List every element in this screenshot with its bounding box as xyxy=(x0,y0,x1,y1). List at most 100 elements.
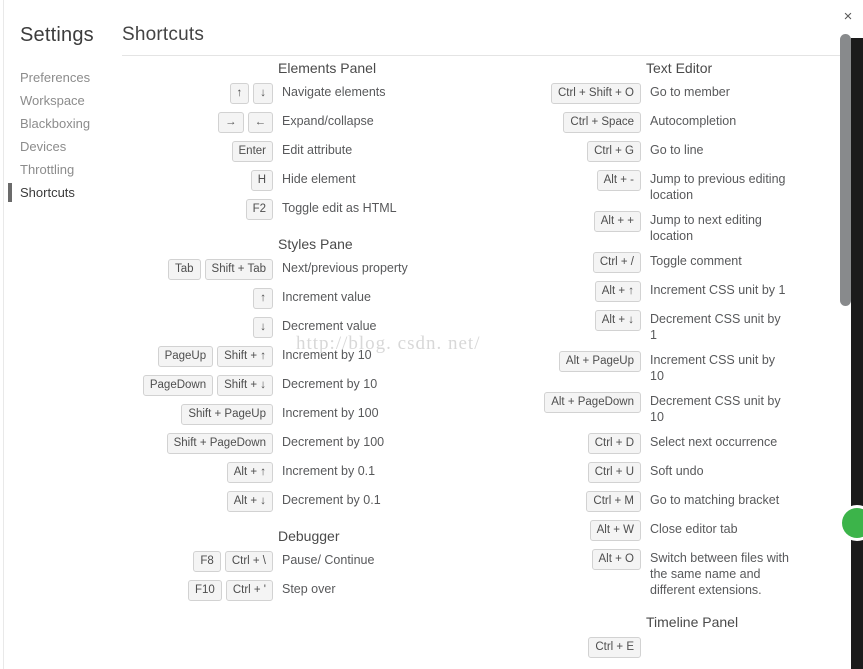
shortcut-keys: Ctrl + M xyxy=(545,490,641,512)
key-cap: Tab xyxy=(168,259,201,280)
shortcut-row: PageDown Shift + ↓ Decrement by 10 xyxy=(120,374,540,396)
shortcut-keys: Alt + ↑ xyxy=(120,461,273,483)
sidebar-item-preferences[interactable]: Preferences xyxy=(0,66,118,89)
shortcut-keys: Shift + PageDown xyxy=(120,432,273,454)
shortcut-keys: ↑ ↓ xyxy=(120,82,273,104)
shortcut-description: Increment by 0.1 xyxy=(282,464,376,478)
key-cap: Alt + O xyxy=(591,549,641,570)
shortcut-keys: Alt + ↓ xyxy=(545,309,641,331)
shortcut-keys: Alt + PageDown xyxy=(544,391,641,413)
shortcut-row: F10 Ctrl + ' Step over xyxy=(120,579,540,601)
shortcut-keys: → ← xyxy=(120,111,273,133)
page-title: Shortcuts xyxy=(122,24,205,45)
shortcut-row: Ctrl + U Soft undo xyxy=(545,461,845,483)
shortcut-keys: PageDown Shift + ↓ xyxy=(120,374,273,396)
key-cap: PageUp xyxy=(157,346,214,367)
shortcut-description: Jump to previous editing location xyxy=(650,172,786,202)
key-cap: Shift + PageDown xyxy=(166,433,273,454)
sidebar-item-shortcuts[interactable]: Shortcuts xyxy=(0,181,118,204)
sidebar-item-devices[interactable]: Devices xyxy=(0,135,118,158)
key-cap: Ctrl + M xyxy=(586,491,641,512)
shortcut-description: Decrement CSS unit by 10 xyxy=(650,394,781,424)
shortcut-row: Alt + PageUp Increment CSS unit by 10 xyxy=(545,350,845,384)
sidebar-item-throttling[interactable]: Throttling xyxy=(0,158,118,181)
shortcut-row: Ctrl + E xyxy=(545,636,845,658)
key-cap: ← xyxy=(247,112,273,133)
shortcut-description: Increment by 100 xyxy=(282,406,379,420)
shortcut-description: Jump to next editing location xyxy=(650,213,762,243)
shortcut-keys: Alt + + xyxy=(545,210,641,232)
shortcut-description: Pause/ Continue xyxy=(282,553,375,567)
shortcut-keys: Ctrl + D xyxy=(545,432,641,454)
shortcut-row: PageUp Shift + ↑ Increment by 10 xyxy=(120,345,540,367)
key-cap: Alt + W xyxy=(589,520,641,541)
shortcut-keys: ↑ xyxy=(120,287,273,309)
shortcut-row: Alt + - Jump to previous editing location xyxy=(545,169,845,203)
shortcut-group-title: Elements Panel xyxy=(278,60,377,76)
shortcut-row: Ctrl + D Select next occurrence xyxy=(545,432,845,454)
shortcut-row: Ctrl + Shift + O Go to member xyxy=(545,82,845,104)
shortcut-description: Soft undo xyxy=(650,464,704,478)
shortcut-keys: Enter xyxy=(120,140,273,162)
shortcut-keys: F8 Ctrl + \ xyxy=(120,550,273,572)
shortcut-row: ↓ Decrement value xyxy=(120,316,540,338)
shortcut-description: Increment by 10 xyxy=(282,348,372,362)
key-cap: Ctrl + D xyxy=(587,433,641,454)
shortcut-description: Expand/collapse xyxy=(282,114,374,128)
shortcut-row: Alt + + Jump to next editing location xyxy=(545,210,845,244)
shortcut-group: Text Editor Ctrl + Shift + O Go to member C… xyxy=(544,60,845,598)
shortcut-group: Debugger F8 Ctrl + \ Pause/ Continue F10 Ctrl… xyxy=(120,528,540,601)
key-cap: Shift + Tab xyxy=(204,259,273,280)
background-dark-strip xyxy=(842,38,863,669)
shortcut-group-title: Styles Pane xyxy=(278,236,353,252)
key-cap: ↓ xyxy=(253,317,273,338)
key-cap: Shift + ↓ xyxy=(217,375,273,396)
shortcut-description: Switch between files with the same name … xyxy=(650,551,789,597)
shortcut-description: Select next occurrence xyxy=(650,435,778,449)
key-cap: Ctrl + Space xyxy=(563,112,641,133)
shortcut-description: Decrement by 100 xyxy=(282,435,385,449)
key-cap: PageDown xyxy=(142,375,214,396)
shortcut-keys: F10 Ctrl + ' xyxy=(120,579,273,601)
shortcut-keys: Ctrl + E xyxy=(545,636,641,658)
shortcut-description: Toggle comment xyxy=(650,254,742,268)
shortcut-description: Decrement by 0.1 xyxy=(282,493,381,507)
shortcut-row: → ← Expand/collapse xyxy=(120,111,540,133)
shortcut-description: Increment CSS unit by 1 xyxy=(650,283,786,297)
shortcut-keys: PageUp Shift + ↑ xyxy=(120,345,273,367)
key-cap: Ctrl + E xyxy=(588,637,641,658)
shortcut-row: Alt + O Switch between files with the sam… xyxy=(545,548,845,598)
shortcut-keys: Alt + PageUp xyxy=(545,350,641,372)
shortcut-row: F2 Toggle edit as HTML xyxy=(120,198,540,220)
shortcut-row: ↑ ↓ Navigate elements xyxy=(120,82,540,104)
shortcut-row: Alt + ↑ Increment by 0.1 xyxy=(120,461,540,483)
shortcuts-column-right: Text Editor Ctrl + Shift + O Go to member C… xyxy=(544,60,845,665)
shortcut-keys: Alt + - xyxy=(545,169,641,191)
key-cap: ↑ xyxy=(253,288,273,309)
key-cap: Shift + PageUp xyxy=(181,404,273,425)
key-cap: Ctrl + / xyxy=(592,252,641,273)
shortcut-group: Elements Panel ↑ ↓ Navigate elements → ← Expan… xyxy=(120,60,540,220)
sidebar-item-workspace[interactable]: Workspace xyxy=(0,89,118,112)
shortcut-keys: Alt + ↓ xyxy=(120,490,273,512)
title-divider xyxy=(122,55,852,56)
shortcut-group: Styles Pane Tab Shift + Tab Next/previous p… xyxy=(120,236,540,512)
shortcut-group-title: Text Editor xyxy=(646,60,713,76)
shortcut-keys: H xyxy=(120,169,273,191)
shortcut-row: Enter Edit attribute xyxy=(120,140,540,162)
shortcut-row: F8 Ctrl + \ Pause/ Continue xyxy=(120,550,540,572)
close-icon[interactable]: × xyxy=(838,7,858,27)
shortcut-row: Alt + ↓ Decrement by 0.1 xyxy=(120,490,540,512)
key-cap: Alt + ↑ xyxy=(594,281,641,302)
sidebar-item-blackboxing[interactable]: Blackboxing xyxy=(0,112,118,135)
shortcut-description: Go to member xyxy=(650,85,730,99)
scrollbar-thumb[interactable] xyxy=(840,34,851,306)
shortcut-row: Alt + PageDown Decrement CSS unit by 10 xyxy=(544,391,845,425)
key-cap: Ctrl + G xyxy=(587,141,641,162)
shortcut-group-title: Debugger xyxy=(278,528,340,544)
shortcut-row: Shift + PageDown Decrement by 100 xyxy=(120,432,540,454)
key-cap: Ctrl + \ xyxy=(224,551,273,572)
shortcut-row: ↑ Increment value xyxy=(120,287,540,309)
shortcut-description: Close editor tab xyxy=(650,522,738,536)
shortcut-description xyxy=(641,636,791,638)
